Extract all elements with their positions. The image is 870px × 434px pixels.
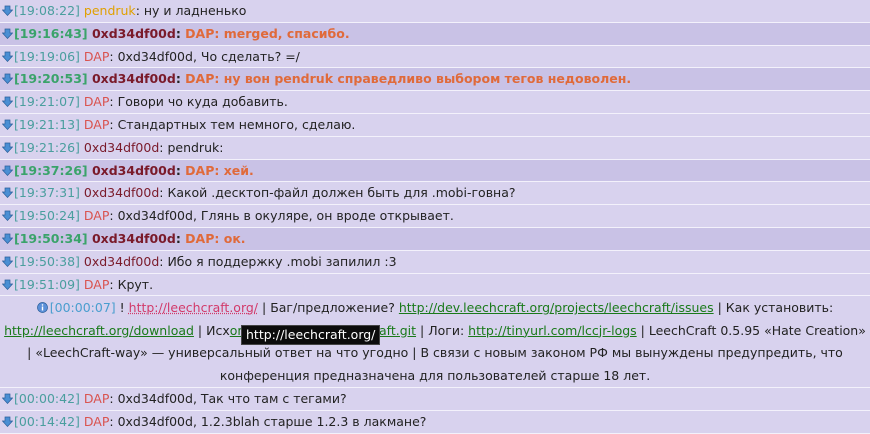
message-nick[interactable]: DAP: [84, 391, 110, 406]
message-nick[interactable]: DAP: [84, 208, 110, 223]
message-row[interactable]: [19:37:31] 0xd34df00d: Какой .десктоп-фа…: [0, 182, 870, 206]
message-row[interactable]: [00:14:42] DAP: 0xd34df00d, 1.2.3blah ст…: [0, 411, 870, 434]
message-text: 0xd34df00d, Так что там с тегами?: [117, 390, 347, 406]
message-nick[interactable]: 0xd34df00d: [92, 231, 176, 246]
link-tooltip: http://leechcraft.org/: [241, 325, 381, 345]
message-nick[interactable]: 0xd34df00d: [84, 185, 159, 200]
message-nick[interactable]: DAP: [84, 277, 110, 292]
topic-link-issues[interactable]: http://dev.leechcraft.org/projects/leech…: [399, 300, 714, 315]
message-row[interactable]: [00:00:42] DAP: 0xd34df00d, Так что там …: [0, 388, 870, 411]
message-text: DAP: ну вон pendruk справедливо выбором …: [185, 71, 632, 87]
message-text: Говори чо куда добавить.: [117, 94, 288, 110]
message-text: ну и ладненько: [143, 3, 247, 18]
message-text: DAP: merged, спасибо.: [185, 25, 350, 41]
quote-arrow-icon[interactable]: [1, 229, 14, 244]
message-row[interactable]: [19:21:07] DAP: Говори чо куда добавить.: [0, 91, 870, 114]
message-text: Крут.: [117, 276, 154, 292]
topic-text: | Логи:: [420, 322, 465, 338]
message-timestamp: [19:16:43]: [14, 25, 88, 41]
message-text: pendruk:: [167, 139, 224, 155]
topic-prefix: !: [119, 300, 125, 316]
message-row[interactable]: [19:50:24] DAP: 0xd34df00d, Глянь в окул…: [0, 205, 870, 228]
message-timestamp: [19:37:31]: [14, 185, 80, 201]
message-nick[interactable]: DAP: [84, 94, 110, 109]
topic-link-logs[interactable]: http://tinyurl.com/lccjr-logs: [468, 323, 637, 338]
message-timestamp: [19:37:26]: [14, 162, 88, 178]
message-timestamp: [00:00:42]: [14, 390, 80, 406]
message-row[interactable]: [19:20:53] 0xd34df00d: DAP: ну вон pendr…: [0, 68, 870, 92]
message-nick[interactable]: 0xd34df00d: [92, 163, 176, 178]
message-timestamp: [19:20:53]: [14, 71, 88, 87]
message-timestamp: [19:50:38]: [14, 253, 80, 269]
quote-arrow-icon[interactable]: [1, 92, 14, 108]
topic-text: | Исх: [197, 322, 230, 338]
message-timestamp: [19:21:13]: [14, 116, 80, 132]
quote-arrow-icon[interactable]: [1, 252, 14, 267]
quote-arrow-icon[interactable]: [1, 275, 14, 290]
message-nick[interactable]: DAP: [84, 49, 110, 64]
message-nick[interactable]: pendruk: [84, 3, 136, 18]
message-row[interactable]: [19:16:43] 0xd34df00d: DAP: merged, спас…: [0, 22, 870, 46]
topic-message: [00:00:07] ! http://leechcraft.org/ | Ба…: [0, 296, 870, 388]
quote-arrow-icon[interactable]: [1, 138, 14, 153]
message-timestamp: [00:14:42]: [14, 413, 80, 429]
quote-arrow-icon[interactable]: [1, 161, 14, 176]
quote-arrow-icon[interactable]: [1, 47, 14, 62]
chat-log[interactable]: [19:08:22] pendruk: ну и ладненько [19:16…: [0, 0, 870, 434]
message-row[interactable]: [19:21:13] DAP: Стандартных тем немного,…: [0, 114, 870, 137]
topic-timestamp: [00:00:07]: [49, 300, 116, 316]
message-timestamp: [19:08:22]: [14, 3, 80, 18]
message-timestamp: [19:21:07]: [14, 94, 80, 110]
message-nick[interactable]: 0xd34df00d: [84, 254, 159, 269]
message-timestamp: [19:50:24]: [14, 208, 80, 224]
message-text: Какой .десктоп-файл должен быть для .mob…: [167, 185, 516, 201]
message-timestamp: [19:50:34]: [14, 230, 88, 246]
message-text: DAP: хей.: [185, 162, 254, 178]
message-text: 0xd34df00d, Глянь в окуляре, он вроде от…: [117, 208, 454, 224]
message-row[interactable]: [19:08:22] pendruk: ну и ладненько: [0, 0, 870, 23]
quote-arrow-icon[interactable]: [1, 24, 14, 39]
topic-link-site[interactable]: http://leechcraft.org/: [129, 300, 258, 315]
quote-arrow-icon[interactable]: [1, 69, 14, 85]
message-row[interactable]: [19:50:34] 0xd34df00d: DAP: ок.: [0, 227, 870, 251]
message-text: DAP: ок.: [185, 230, 246, 246]
message-timestamp: [19:21:26]: [14, 139, 80, 155]
message-text: 0xd34df00d, 1.2.3blah старше 1.2.3 в лак…: [117, 413, 427, 429]
quote-arrow-icon[interactable]: [1, 412, 14, 427]
message-text: Стандартных тем немного, сделаю.: [117, 116, 356, 132]
message-nick[interactable]: 0xd34df00d: [92, 26, 176, 41]
topic-text: | Баг/предложение?: [262, 300, 395, 316]
info-icon: [36, 298, 48, 314]
message-row[interactable]: [19:19:06] DAP: 0xd34df00d, Чо сделать? …: [0, 46, 870, 69]
message-nick[interactable]: 0xd34df00d: [92, 71, 176, 86]
message-row[interactable]: [19:21:26] 0xd34df00d: pendruk:: [0, 137, 870, 160]
message-timestamp: [19:51:09]: [14, 276, 80, 292]
topic-text: | Как установить:: [717, 300, 834, 316]
message-nick[interactable]: 0xd34df00d: [84, 140, 159, 155]
quote-arrow-icon[interactable]: [1, 183, 14, 199]
topic-link-download[interactable]: http://leechcraft.org/download: [4, 323, 194, 338]
message-nick[interactable]: DAP: [84, 117, 110, 132]
message-row[interactable]: [19:37:26] 0xd34df00d: DAP: хей.: [0, 159, 870, 183]
message-timestamp: [19:19:06]: [14, 48, 80, 64]
message-text: Ибо я поддержку .mobi запилил :3: [167, 253, 397, 269]
quote-arrow-icon[interactable]: [1, 115, 14, 131]
quote-arrow-icon[interactable]: [1, 1, 14, 17]
message-nick[interactable]: DAP: [84, 414, 110, 429]
message-row[interactable]: [19:51:09] DAP: Крут.: [0, 274, 870, 297]
quote-arrow-icon[interactable]: [1, 389, 14, 405]
quote-arrow-icon[interactable]: [1, 206, 14, 222]
message-row[interactable]: [19:50:38] 0xd34df00d: Ибо я поддержку .…: [0, 251, 870, 274]
message-text: 0xd34df00d, Чо сделать? =/: [117, 48, 300, 64]
